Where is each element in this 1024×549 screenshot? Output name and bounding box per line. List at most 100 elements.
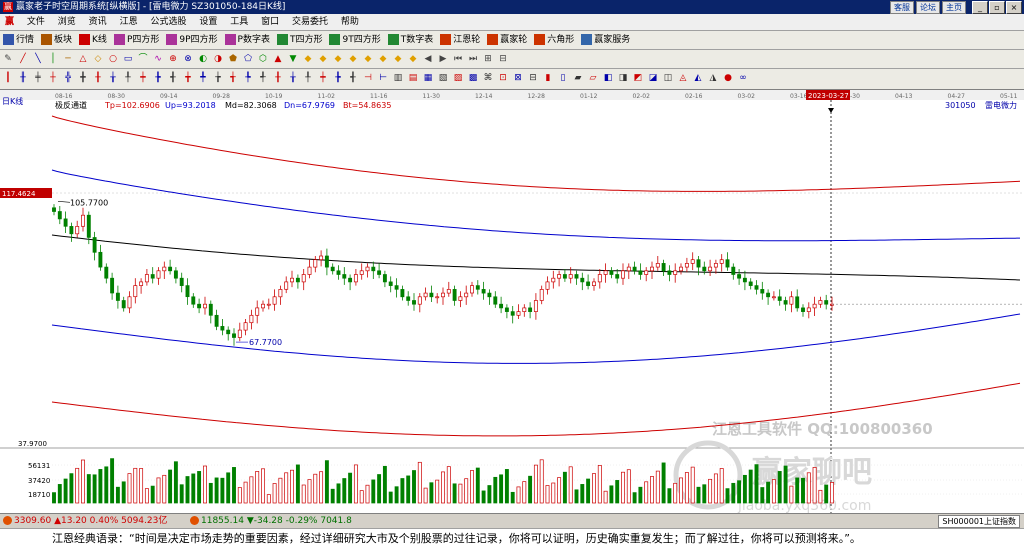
drawing-tool-icon[interactable]: ⬡ [257,53,269,65]
toolbar-item-8[interactable]: T数字表 [385,31,437,49]
analysis-tool-icon[interactable]: ◮ [707,72,719,84]
drawing-tool-icon[interactable]: ◆ [377,53,389,65]
candle-body[interactable] [86,214,91,238]
candle-body[interactable] [528,307,533,312]
candle-body[interactable] [545,281,550,290]
analysis-tool-icon[interactable]: ◬ [677,72,689,84]
candle-body[interactable] [185,285,190,298]
analysis-tool-icon[interactable]: ⊡ [497,72,509,84]
candle-body[interactable] [133,285,138,298]
candle-body[interactable] [632,266,637,272]
candle-body[interactable] [806,307,811,312]
analysis-tool-icon[interactable]: ⊢ [377,72,389,84]
analysis-tool-icon[interactable]: ┃ [2,72,14,84]
candle-body[interactable] [673,270,678,275]
candle-body[interactable] [168,266,173,272]
candle-body[interactable] [766,292,771,298]
candle-body[interactable] [412,300,416,305]
analysis-tool-icon[interactable]: ▦ [422,72,434,84]
candle-body[interactable] [150,274,155,279]
candle-body[interactable] [510,311,515,316]
drawing-tool-icon[interactable]: ◆ [407,53,419,65]
toolbar-item-9[interactable]: 江恩轮 [437,31,483,49]
candle-body[interactable] [266,303,271,306]
candle-body[interactable] [696,259,701,268]
analysis-tool-icon[interactable]: ● [722,72,734,84]
toolbar-item-0[interactable]: 行情 [0,31,37,49]
candle-body[interactable] [156,270,161,279]
candle-body[interactable] [139,281,144,286]
analysis-tool-icon[interactable]: ┿ [137,72,149,84]
candle-body[interactable] [63,218,68,227]
analysis-tool-icon[interactable]: ▥ [392,72,404,84]
candle-body[interactable] [522,307,527,312]
menu-formula-stock-pick[interactable]: 公式选股 [145,14,191,30]
drawing-tool-icon[interactable]: ▭ [122,53,134,65]
candle-body[interactable] [464,292,469,298]
candle-body[interactable] [301,274,306,283]
candle-body[interactable] [400,289,405,298]
analysis-tool-icon[interactable]: ╀ [302,72,314,84]
analysis-tool-icon[interactable]: ▨ [452,72,464,84]
candle-body[interactable] [458,296,463,301]
analysis-tool-icon[interactable]: ┿ [317,72,329,84]
candle-body[interactable] [446,289,451,294]
drawing-tool-icon[interactable]: ○ [107,53,119,65]
candle-body[interactable] [452,289,457,301]
candle-body[interactable] [417,296,422,305]
candle-body[interactable] [406,296,411,301]
menu-settings[interactable]: 设置 [194,14,222,30]
candle-body[interactable] [191,296,196,305]
candle-body[interactable] [568,274,573,279]
analysis-tool-icon[interactable]: ╈ [182,72,194,84]
restore-button[interactable]: ▫ [989,1,1005,14]
candle-body[interactable] [818,300,823,305]
candle-body[interactable] [104,266,109,279]
candle-body[interactable] [162,266,167,272]
candle-body[interactable] [394,285,399,290]
candle-body[interactable] [388,281,393,286]
candle-body[interactable] [795,296,800,309]
candle-body[interactable] [220,326,225,331]
candle-body[interactable] [255,307,260,316]
candle-body[interactable] [365,266,370,272]
candle-body[interactable] [533,300,538,312]
analysis-tool-icon[interactable]: ╄ [242,72,254,84]
sh-index-status[interactable]: 3309.60 ▲13.20 0.40% 5094.23亿 [3,514,167,528]
analysis-tool-icon[interactable]: ∞ [737,72,749,84]
drawing-tool-icon[interactable]: ◆ [332,53,344,65]
candle-body[interactable] [382,274,387,283]
candle-body[interactable] [644,270,649,275]
candle-body[interactable] [57,211,62,220]
drawing-tool-icon[interactable]: ◆ [302,53,314,65]
analysis-tool-icon[interactable]: ◧ [602,72,614,84]
candle-body[interactable] [597,274,602,283]
drawing-tool-icon[interactable]: ⬟ [227,53,239,65]
candle-body[interactable] [319,255,324,261]
analysis-tool-icon[interactable]: ╪ [32,72,44,84]
analysis-tool-icon[interactable]: ▤ [407,72,419,84]
candle-body[interactable] [121,300,126,309]
candle-body[interactable] [621,270,625,279]
candle-body[interactable] [655,263,660,268]
candle-body[interactable] [249,314,254,324]
analysis-tool-icon[interactable]: ⊣ [362,72,374,84]
analysis-tool-icon[interactable]: ▱ [587,72,599,84]
candle-body[interactable] [725,259,730,268]
toolbar-item-2[interactable]: K线 [76,31,110,49]
candle-body[interactable] [336,270,341,275]
candle-body[interactable] [708,266,713,272]
drawing-tool-icon[interactable]: ⊟ [497,53,509,65]
candle-body[interactable] [313,259,318,268]
drawing-tool-icon[interactable]: ⏮ [452,53,464,65]
analysis-tool-icon[interactable]: ⌘ [482,72,494,84]
candle-body[interactable] [487,292,492,298]
drawing-tool-icon[interactable]: ∿ [152,53,164,65]
candle-body[interactable] [435,296,440,299]
toolbar-item-11[interactable]: 六角形 [531,31,577,49]
drawing-tool-icon[interactable]: ◆ [317,53,329,65]
candle-body[interactable] [423,292,428,298]
candle-body[interactable] [562,274,567,279]
candle-body[interactable] [551,277,556,283]
drawing-tool-icon[interactable]: △ [77,53,89,65]
